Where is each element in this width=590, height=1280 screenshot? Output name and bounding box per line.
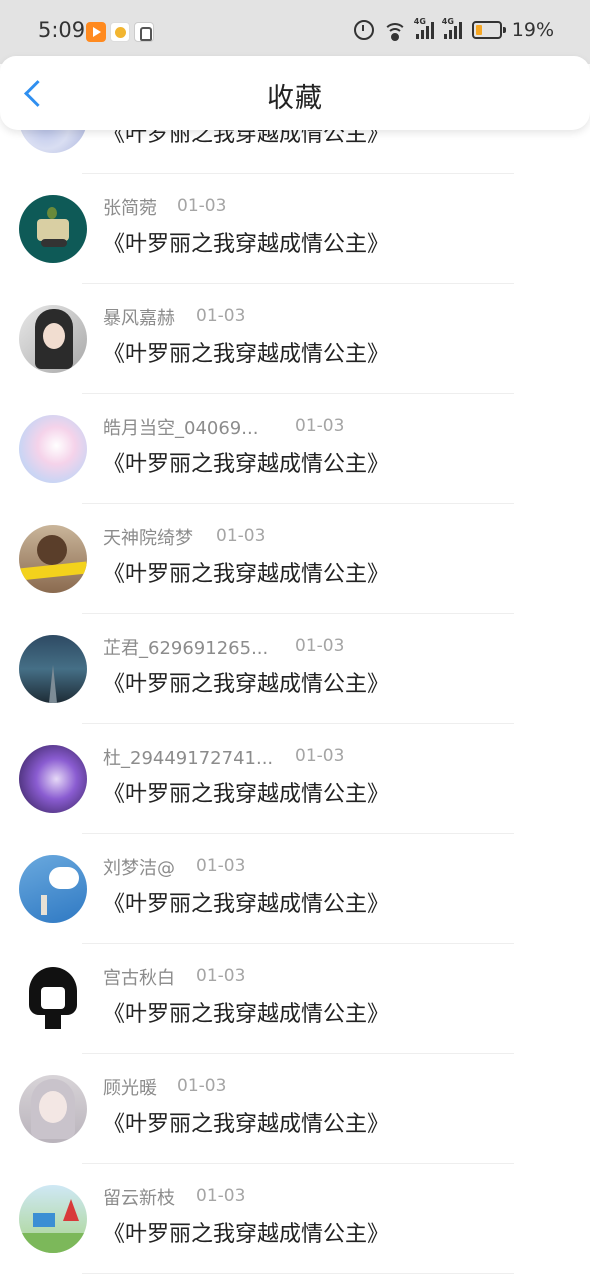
book-title: 《叶罗丽之我穿越成情公主》: [103, 1112, 390, 1137]
user-name: 宫古秋白: [103, 968, 175, 989]
list-item[interactable]: 留云新枝 01-03 《叶罗丽之我穿越成情公主》: [0, 1164, 590, 1274]
user-name: 张简菀: [103, 198, 157, 219]
user-name: 杜_29449172741...: [103, 748, 274, 769]
list-item[interactable]: 杜_29449172741... 01-03 《叶罗丽之我穿越成情公主》: [0, 724, 590, 834]
avatar: [19, 130, 87, 153]
date: 01-03: [295, 416, 345, 436]
list-item[interactable]: 张简菀 01-03 《叶罗丽之我穿越成情公主》: [0, 174, 590, 284]
avatar: [19, 855, 87, 923]
avatar: [19, 635, 87, 703]
avatar: [19, 745, 87, 813]
page-title: 收藏: [267, 83, 323, 114]
list-item[interactable]: 《叶罗丽之我穿越成情公主》: [0, 130, 590, 174]
wifi-icon: [382, 21, 407, 41]
video-app-icon: [86, 22, 106, 42]
signal-4g-icon-2: 4G: [442, 17, 462, 39]
book-title: 《叶罗丽之我穿越成情公主》: [103, 130, 390, 147]
user-name: 天神院绮梦: [103, 528, 193, 549]
date: 01-03: [196, 966, 246, 986]
user-name: 留云新枝: [103, 1188, 175, 1209]
list-item[interactable]: 暴风嘉赫 01-03 《叶罗丽之我穿越成情公主》: [0, 284, 590, 394]
list-item[interactable]: 天神院绮梦 01-03 《叶罗丽之我穿越成情公主》: [0, 504, 590, 614]
user-name: 芷君_629691265...: [103, 638, 269, 659]
list-item[interactable]: 顾光暖 01-03 《叶罗丽之我穿越成情公主》: [0, 1054, 590, 1164]
avatar: [19, 1185, 87, 1253]
bulb-app-icon: [110, 22, 130, 42]
avatar: [19, 525, 87, 593]
date: 01-03: [295, 636, 345, 656]
avatar: [19, 1075, 87, 1143]
date: 01-03: [177, 1076, 227, 1096]
date: 01-03: [177, 196, 227, 216]
date: 01-03: [216, 526, 266, 546]
book-title: 《叶罗丽之我穿越成情公主》: [103, 1222, 390, 1247]
list-item[interactable]: 刘梦洁@ 01-03 《叶罗丽之我穿越成情公主》: [0, 834, 590, 944]
divider: [82, 1273, 514, 1274]
date: 01-03: [196, 306, 246, 326]
status-time: 5:09: [38, 18, 86, 42]
avatar: [19, 965, 87, 1033]
user-name: 顾光暖: [103, 1078, 157, 1099]
avatar: [19, 305, 87, 373]
list-item[interactable]: 皓月当空_04069... 01-03 《叶罗丽之我穿越成情公主》: [0, 394, 590, 504]
date: 01-03: [295, 746, 345, 766]
date: 01-03: [196, 856, 246, 876]
favorites-list: 《叶罗丽之我穿越成情公主》 张简菀 01-03 《叶罗丽之我穿越成情公主》 暴风…: [0, 130, 590, 1280]
battery-percent: 19%: [511, 19, 554, 41]
book-title: 《叶罗丽之我穿越成情公主》: [103, 562, 390, 587]
avatar: [19, 195, 87, 263]
book-title: 《叶罗丽之我穿越成情公主》: [103, 672, 390, 697]
user-name: 刘梦洁@: [103, 858, 175, 879]
user-name: 暴风嘉赫: [103, 308, 175, 329]
alarm-icon: [353, 20, 374, 40]
list-item[interactable]: 芷君_629691265... 01-03 《叶罗丽之我穿越成情公主》: [0, 614, 590, 724]
book-title: 《叶罗丽之我穿越成情公主》: [103, 782, 390, 807]
avatar: [19, 415, 87, 483]
book-title: 《叶罗丽之我穿越成情公主》: [103, 452, 390, 477]
date: 01-03: [196, 1186, 246, 1206]
book-title: 《叶罗丽之我穿越成情公主》: [103, 342, 390, 367]
battery-icon: [471, 21, 506, 39]
nav-header: 收藏: [0, 56, 590, 130]
signal-4g-icon: 4G: [414, 17, 434, 39]
book-title: 《叶罗丽之我穿越成情公主》: [103, 232, 390, 257]
book-title: 《叶罗丽之我穿越成情公主》: [103, 1002, 390, 1027]
list-item[interactable]: 宫古秋白 01-03 《叶罗丽之我穿越成情公主》: [0, 944, 590, 1054]
book-title: 《叶罗丽之我穿越成情公主》: [103, 892, 390, 917]
user-name: 皓月当空_04069...: [103, 418, 259, 439]
status-bar: 5:09 4G 4G 19%: [0, 0, 590, 64]
hand-app-icon: [134, 22, 154, 42]
